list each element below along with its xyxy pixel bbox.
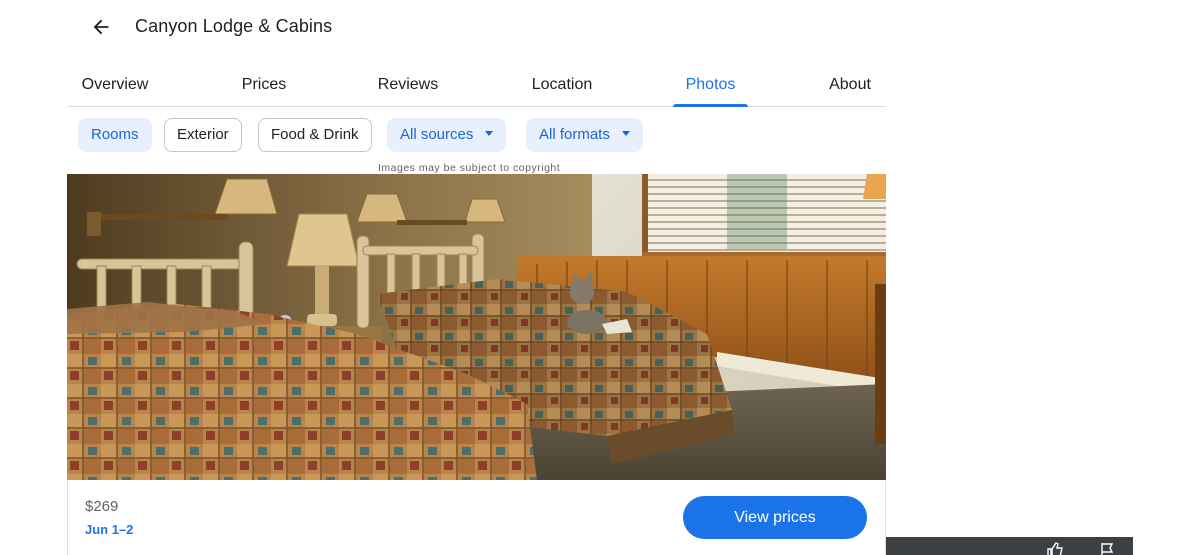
- tab-label: Overview: [81, 76, 149, 93]
- stay-dates[interactable]: Jun 1–2: [85, 522, 133, 537]
- tab-label: Reviews: [377, 76, 439, 93]
- tab-overview[interactable]: Overview: [79, 68, 151, 106]
- formats-dropdown[interactable]: All formats: [526, 118, 643, 152]
- tab-photos[interactable]: Photos: [673, 68, 748, 107]
- page-title: Canyon Lodge & Cabins: [135, 16, 333, 36]
- tab-about[interactable]: About: [825, 68, 875, 106]
- price-value: $269: [85, 498, 119, 515]
- arrow-back-icon: [93, 19, 109, 35]
- flag-icon[interactable]: [1098, 541, 1116, 555]
- tab-label: Prices: [241, 76, 287, 93]
- chip-exterior[interactable]: Exterior: [164, 118, 242, 152]
- hotel-room-photo[interactable]: [67, 174, 886, 480]
- tab-reviews[interactable]: Reviews: [375, 68, 441, 106]
- hotel-photos-page: Canyon Lodge & Cabins Overview Prices Re…: [0, 0, 1200, 555]
- chip-label: Food & Drink: [271, 126, 359, 143]
- feedback-bar: [886, 537, 1133, 555]
- back-button[interactable]: [86, 12, 116, 42]
- dropdown-arrow-icon: [621, 130, 630, 136]
- tab-bar: Overview Prices Reviews Location Photos …: [67, 68, 886, 107]
- tab-label: Photos: [685, 76, 736, 93]
- dropdown-label: All sources: [400, 126, 474, 143]
- room-photo-image: [67, 174, 886, 480]
- tab-location[interactable]: Location: [527, 68, 597, 106]
- view-prices-button[interactable]: View prices: [683, 496, 867, 539]
- chip-label: Exterior: [177, 126, 229, 143]
- price-card: $269 Jun 1–2 View prices: [67, 480, 886, 555]
- tab-label: Location: [531, 76, 593, 93]
- chip-rooms[interactable]: Rooms: [78, 118, 152, 152]
- chip-label: Rooms: [91, 126, 139, 143]
- sources-dropdown[interactable]: All sources: [387, 118, 507, 152]
- dropdown-arrow-icon: [485, 130, 494, 136]
- active-tab-indicator: [673, 104, 748, 107]
- dropdown-label: All formats: [539, 126, 610, 143]
- tab-label: About: [829, 76, 871, 93]
- copyright-note: Images may be subject to copyright: [378, 162, 561, 174]
- thumb-up-icon[interactable]: [1046, 541, 1064, 555]
- chip-food-drink[interactable]: Food & Drink: [258, 118, 372, 152]
- tab-prices[interactable]: Prices: [235, 68, 293, 106]
